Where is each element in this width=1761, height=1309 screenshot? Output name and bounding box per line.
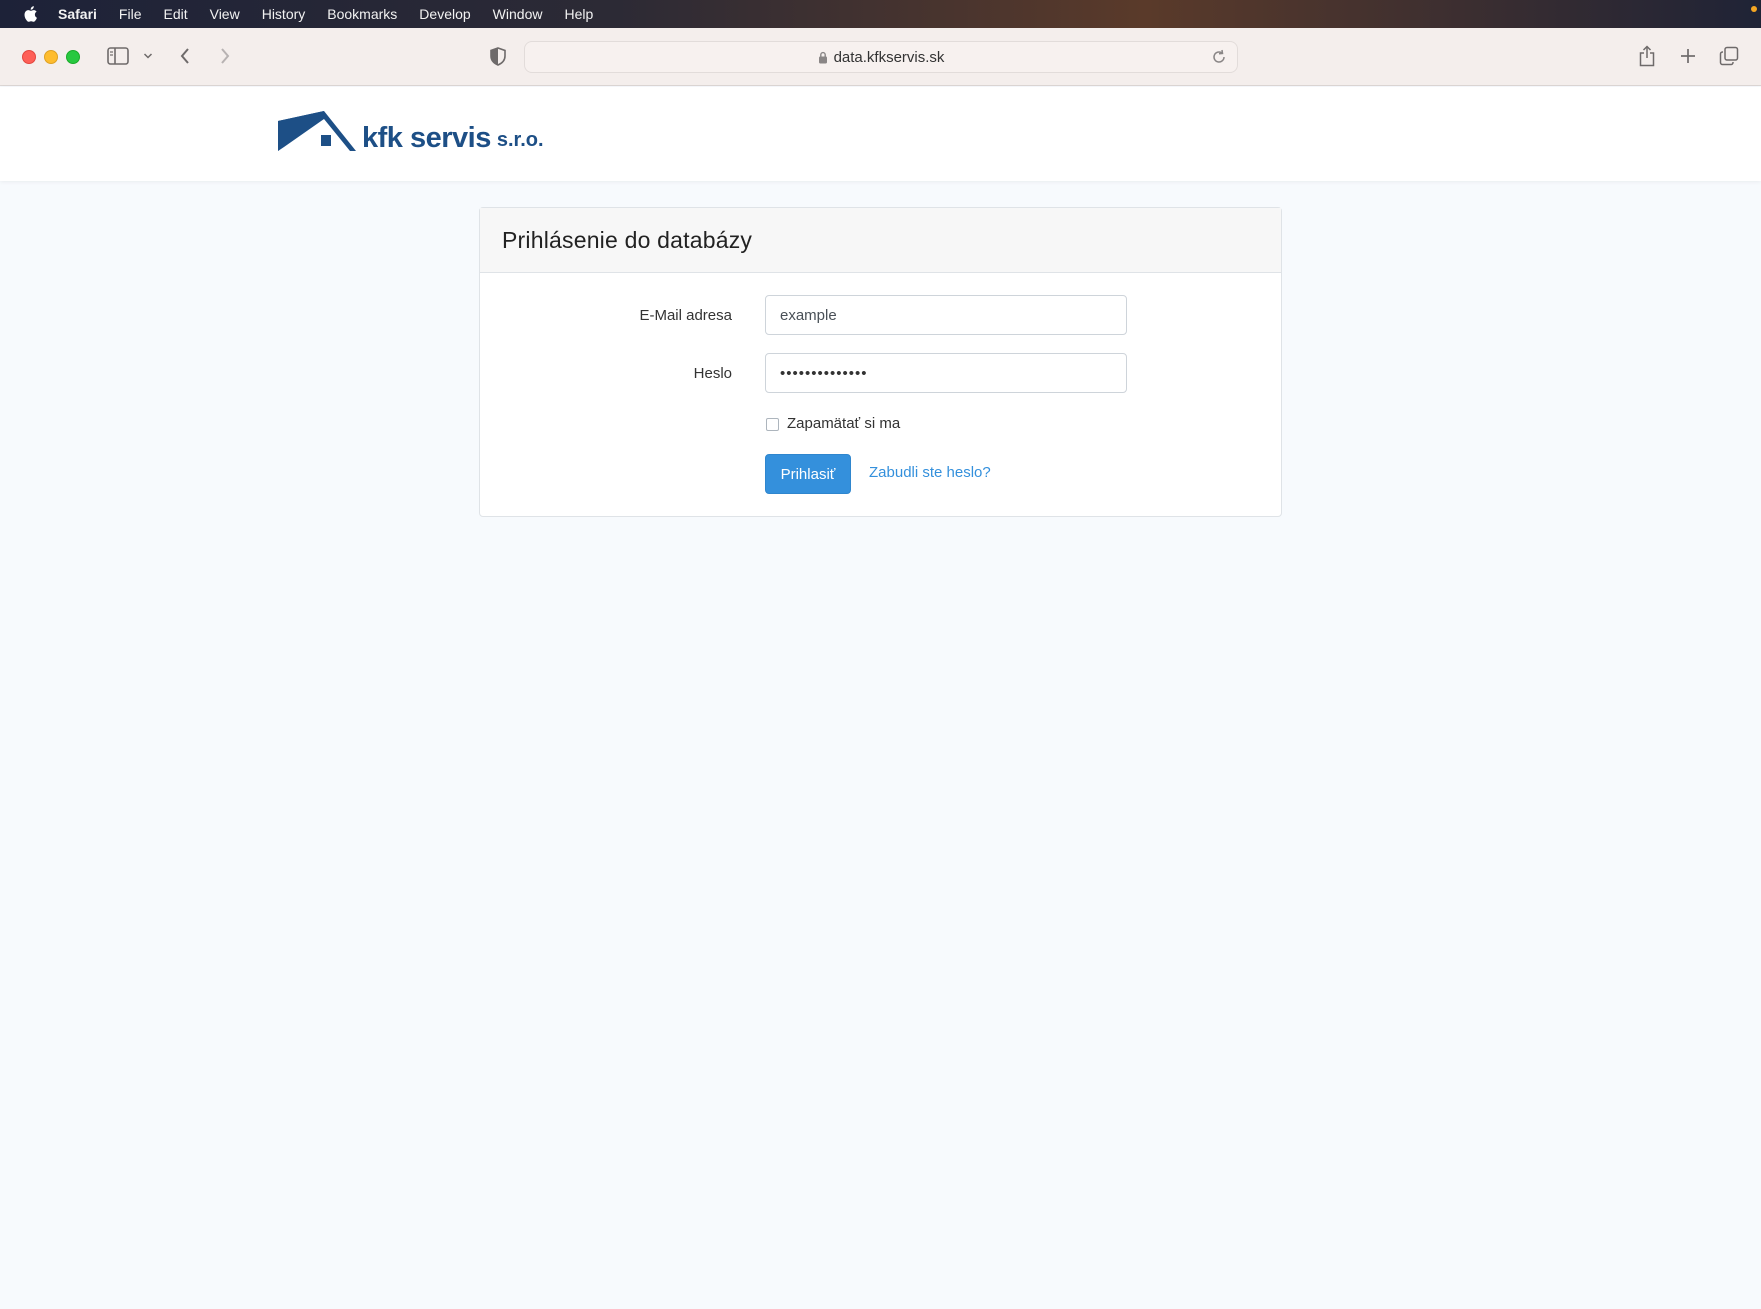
menu-window[interactable]: Window: [493, 6, 543, 22]
lock-icon: [818, 51, 828, 64]
menu-app-name[interactable]: Safari: [58, 6, 97, 22]
login-button[interactable]: Prihlasiť: [765, 454, 851, 494]
login-card: Prihlásenie do databázy E-Mail adresa ex…: [479, 207, 1282, 517]
apple-menu-icon[interactable]: [20, 4, 40, 24]
logo-suffix: s.r.o.: [496, 129, 544, 151]
house-roof-icon: [278, 111, 356, 151]
forward-icon[interactable]: [216, 44, 234, 68]
logo-text: kfk servis: [362, 122, 491, 154]
menu-help[interactable]: Help: [564, 6, 593, 22]
browser-toolbar: data.kfkservis.sk: [0, 28, 1761, 86]
minimize-window-button[interactable]: [44, 50, 58, 64]
share-icon[interactable]: [1636, 42, 1658, 70]
company-logo[interactable]: kfk servis s.r.o.: [278, 107, 544, 153]
menu-bookmarks[interactable]: Bookmarks: [327, 6, 397, 22]
new-tab-icon[interactable]: [1677, 44, 1699, 68]
site-header: kfk servis s.r.o.: [0, 87, 1761, 181]
menu-file[interactable]: File: [119, 6, 142, 22]
address-bar[interactable]: data.kfkservis.sk: [524, 41, 1238, 73]
reload-icon[interactable]: [1211, 49, 1227, 69]
email-label: E-Mail adresa: [639, 307, 732, 324]
forgot-password-link[interactable]: Zabudli ste heslo?: [869, 464, 991, 481]
password-label: Heslo: [693, 365, 732, 382]
menu-history[interactable]: History: [262, 6, 306, 22]
sidebar-icon[interactable]: [106, 45, 130, 67]
email-field[interactable]: example: [765, 295, 1127, 335]
menu-edit[interactable]: Edit: [163, 6, 187, 22]
menu-bar: Safari File Edit View History Bookmarks …: [0, 0, 1761, 28]
card-header: Prihlásenie do databázy: [480, 208, 1281, 273]
close-window-button[interactable]: [22, 50, 36, 64]
chevron-down-icon[interactable]: [142, 48, 154, 64]
privacy-shield-icon[interactable]: [488, 44, 508, 68]
remember-me-checkbox[interactable]: [766, 418, 779, 431]
status-dot: [1751, 6, 1757, 12]
remember-me-label[interactable]: Zapamätať si ma: [787, 415, 900, 432]
menu-develop[interactable]: Develop: [419, 6, 470, 22]
email-value: example: [780, 306, 837, 324]
url-text: data.kfkservis.sk: [833, 48, 945, 66]
tab-overview-icon[interactable]: [1717, 44, 1741, 68]
page-title: Prihlásenie do databázy: [502, 226, 753, 253]
menu-view[interactable]: View: [210, 6, 240, 22]
password-field[interactable]: ••••••••••••••: [765, 353, 1127, 393]
zoom-window-button[interactable]: [66, 50, 80, 64]
back-icon[interactable]: [176, 44, 194, 68]
password-value: ••••••••••••••: [780, 364, 868, 382]
